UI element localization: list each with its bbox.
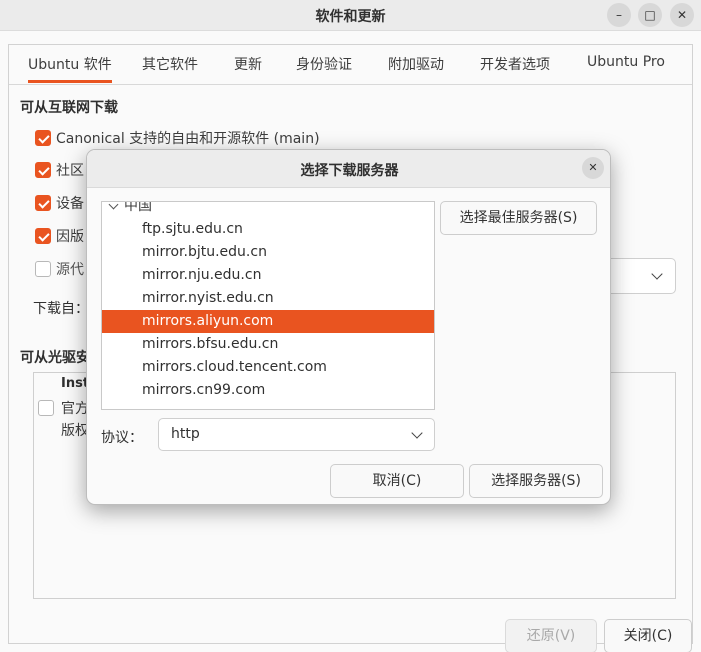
cdrom-checkbox[interactable]	[38, 400, 54, 416]
mirror-item[interactable]: mirror.nju.edu.cn	[102, 264, 434, 287]
mirror-item[interactable]: mirrors.cloud.tencent.com	[102, 356, 434, 379]
close-button[interactable]: 关闭(C)	[604, 619, 692, 652]
chevron-down-icon	[651, 268, 663, 280]
cdrom-section-title: 可从光驱安	[20, 350, 90, 366]
mirror-label: mirror.nyist.edu.cn	[142, 290, 274, 306]
checkbox-check-icon[interactable]	[35, 195, 51, 211]
mirror-label: mirrors.cloud.tencent.com	[142, 359, 327, 375]
tab-developer-options[interactable]: 开发者选项	[480, 54, 550, 74]
protocol-value: http	[171, 426, 200, 442]
tab-other-software[interactable]: 其它软件	[142, 54, 198, 74]
window-titlebar: 软件和更新 – □ ✕	[0, 0, 701, 31]
checkbox-unchecked[interactable]	[35, 261, 51, 277]
mirror-item[interactable]: mirror.nyist.edu.cn	[102, 287, 434, 310]
mirror-item-selected[interactable]: mirrors.aliyun.com	[102, 310, 434, 333]
mirror-label: mirrors.bfsu.edu.cn	[142, 336, 279, 352]
window-maximize-icon[interactable]: □	[638, 3, 662, 27]
window-close-icon[interactable]: ✕	[670, 3, 694, 27]
mirror-label: mirror.bjtu.edu.cn	[142, 244, 267, 260]
checkbox-row-main[interactable]: Canonical 支持的自由和开源软件 (main)	[35, 128, 320, 148]
checkbox-row-multiverse[interactable]: 因版	[35, 226, 84, 246]
tab-authentication[interactable]: 身份验证	[296, 54, 352, 74]
tree-country-row[interactable]: 中国	[102, 201, 434, 218]
checkbox-label: 源代	[56, 262, 84, 278]
tree-expander-icon[interactable]	[108, 202, 119, 210]
mirror-label: mirrors.cn99.com	[142, 382, 266, 398]
checkbox-label: Canonical 支持的自由和开源软件 (main)	[56, 131, 320, 147]
choose-server-dialog: 选择下载服务器 ✕ 中国 ftp.sjtu.edu.cn mirror.bjtu…	[86, 149, 611, 505]
tab-ubuntu-pro[interactable]: Ubuntu Pro	[587, 54, 665, 70]
checkbox-check-icon[interactable]	[35, 130, 51, 146]
cancel-button[interactable]: 取消(C)	[330, 464, 464, 498]
mirror-item[interactable]: mirrors.cn99.com	[102, 379, 434, 402]
download-from-label: 下载自：	[33, 301, 89, 317]
mirror-item[interactable]: mirrors.bfsu.edu.cn	[102, 333, 434, 356]
tab-additional-drivers[interactable]: 附加驱动	[388, 54, 444, 74]
mirror-item[interactable]: ftp.sjtu.edu.cn	[102, 218, 434, 241]
tab-ubuntu-software[interactable]: Ubuntu 软件	[28, 54, 112, 83]
checkbox-label: 社区	[56, 163, 84, 179]
mirror-tree[interactable]: 中国 ftp.sjtu.edu.cn mirror.bjtu.edu.cn mi…	[101, 201, 435, 410]
mirror-label: mirrors.aliyun.com	[142, 313, 274, 329]
select-best-server-button[interactable]: 选择最佳服务器(S)	[440, 201, 597, 235]
chevron-down-icon	[411, 427, 423, 439]
revert-button[interactable]: 还原(V)	[505, 619, 597, 652]
checkbox-check-icon[interactable]	[35, 162, 51, 178]
protocol-label: 协议：	[101, 430, 143, 446]
checkbox-label: 设备	[56, 196, 84, 212]
window-minimize-icon[interactable]: –	[607, 3, 631, 27]
checkbox-label: 因版	[56, 229, 84, 245]
mirror-label: ftp.sjtu.edu.cn	[142, 221, 243, 237]
checkbox-check-icon[interactable]	[35, 228, 51, 244]
dialog-header: 选择下载服务器 ✕	[87, 150, 610, 188]
dialog-title: 选择下载服务器	[300, 163, 399, 179]
internet-section-title: 可从互联网下载	[20, 100, 118, 116]
tree-country-label: 中国	[124, 201, 152, 214]
dialog-close-icon[interactable]: ✕	[582, 157, 604, 179]
tab-bar: Ubuntu 软件 其它软件 更新 身份验证 附加驱动 开发者选项 Ubuntu…	[9, 45, 692, 85]
checkbox-row-universe[interactable]: 社区	[35, 160, 84, 180]
mirror-label: mirror.nju.edu.cn	[142, 267, 262, 283]
mirror-item[interactable]: mirror.bjtu.edu.cn	[102, 241, 434, 264]
checkbox-row-restricted[interactable]: 设备	[35, 193, 84, 213]
choose-server-button[interactable]: 选择服务器(S)	[469, 464, 603, 498]
cdrom-item-line2: 版权	[61, 423, 89, 439]
cdrom-item-line1: 官方	[61, 401, 89, 417]
checkbox-row-source[interactable]: 源代	[35, 259, 84, 279]
protocol-combo[interactable]: http	[158, 418, 435, 451]
cdrom-item-title: Inst	[61, 376, 90, 391]
tab-updates[interactable]: 更新	[234, 54, 262, 74]
window-title: 软件和更新	[315, 9, 386, 25]
